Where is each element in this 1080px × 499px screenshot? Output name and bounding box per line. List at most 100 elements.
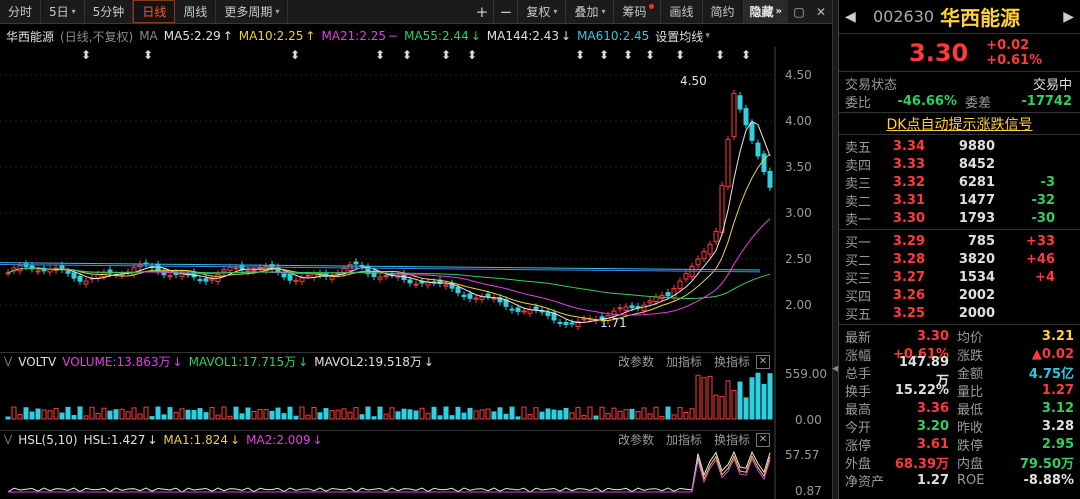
volume-bar (570, 413, 574, 419)
order-book-row[interactable]: 买四 3.26 2002 (839, 286, 1080, 304)
volume-bar (582, 415, 586, 419)
candle-body (6, 273, 10, 274)
arrow-down-icon: ↓ (471, 29, 481, 43)
price-tick: 4.00 (785, 114, 812, 128)
hsl-ma1-line (8, 456, 770, 492)
price-block: 3.30 +0.02 +0.61% (839, 34, 1080, 72)
hsl-tick: 0.87 (795, 484, 822, 498)
level-label: 卖一 (839, 209, 885, 228)
overlay-button[interactable]: 叠加 ▾ (566, 0, 614, 23)
level-label: 买二 (839, 250, 885, 269)
tab-5min[interactable]: 5分钟 (85, 0, 134, 23)
candle-body (738, 96, 742, 109)
close-icon[interactable]: ✕ (756, 433, 770, 447)
stat-label: 量比 (957, 381, 983, 400)
stat-row: 总手 147.89万 金额 4.75亿 (839, 363, 1080, 381)
next-stock-icon[interactable]: ▶ (1063, 9, 1074, 25)
price-tick: 2.50 (785, 252, 812, 266)
order-book-row[interactable]: 卖五 3.34 9880 (839, 137, 1080, 155)
volume-bar (54, 408, 58, 419)
tab-5day[interactable]: 5日 ▾ (41, 0, 85, 23)
volume-bar (126, 412, 130, 419)
candle-body (96, 275, 100, 278)
arrow-down-icon: ↓ (298, 355, 308, 369)
candle-body (288, 274, 292, 280)
tab-daily[interactable]: 日线 (133, 0, 175, 23)
tab-label: 5分钟 (93, 3, 125, 20)
ma-settings-link[interactable]: 设置均线 (655, 28, 703, 45)
volume-bar (180, 409, 184, 419)
stat-row: 最新 3.30 均价 3.21 (839, 327, 1080, 345)
dk-signal-link[interactable]: DK点自动提示涨跌信号 (839, 113, 1080, 135)
chips-button[interactable]: 筹码 (614, 0, 661, 23)
candle-body (654, 297, 658, 301)
change-indicator-button[interactable]: 换指标 (714, 353, 750, 370)
level-price: 3.25 (885, 306, 925, 321)
hide-button[interactable]: 隐藏» (744, 0, 788, 23)
edit-params-button[interactable]: 改参数 (618, 353, 654, 370)
order-book-row[interactable]: 卖一 3.30 1793 -30 (839, 209, 1080, 227)
restore-window-button[interactable]: ▢ (788, 0, 810, 23)
level-price: 3.30 (885, 211, 925, 226)
prev-stock-icon[interactable]: ◀ (845, 9, 859, 25)
draw-button[interactable]: 画线 (661, 0, 702, 23)
candle-body (558, 322, 562, 323)
tab-weekly[interactable]: 周线 (175, 0, 216, 23)
ma55-value: MA55:2.44 (404, 29, 469, 43)
zoom-out-button[interactable]: − (494, 0, 518, 23)
edit-params-button[interactable]: 改参数 (618, 431, 654, 448)
tab-more-periods[interactable]: 更多周期 ▾ (216, 0, 288, 23)
volume-bar (108, 411, 112, 419)
hsl-ma2-line (8, 459, 770, 492)
volume-bar (306, 415, 310, 419)
level-volume: 3820 (925, 252, 995, 267)
order-book-row[interactable]: 买三 3.27 1534 +4 (839, 268, 1080, 286)
event-marker-icon: ⬍ (81, 48, 91, 62)
volume-bar (528, 415, 532, 419)
stat-value: 1.27 (887, 473, 949, 488)
turnover-legend: ⋁ HSL(5,10) HSL:1.427 ↓ MA1:1.824 ↓ MA2:2.… (0, 430, 770, 448)
stat-label: 内盘 (957, 453, 983, 472)
level-label: 卖四 (839, 155, 885, 174)
order-book-row[interactable]: 买二 3.28 3820 +46 (839, 250, 1080, 268)
candle-body (630, 306, 634, 308)
candle-body (522, 311, 526, 312)
adjust-button[interactable]: 复权 ▾ (518, 0, 566, 23)
volume-bar (336, 410, 340, 419)
order-book-row[interactable]: 卖四 3.33 8452 (839, 155, 1080, 173)
simple-button[interactable]: 简约 (703, 0, 744, 23)
chevron-down-icon: ▾ (705, 31, 710, 41)
tab-intraday[interactable]: 分时 (0, 0, 41, 23)
volume-bar (618, 411, 622, 419)
ma-line (8, 121, 770, 322)
close-icon[interactable]: ✕ (756, 355, 770, 369)
level-label: 买五 (839, 304, 885, 323)
order-book-row[interactable]: 卖三 3.32 6281 -3 (839, 173, 1080, 191)
volume-bar (102, 408, 106, 419)
order-book-row[interactable]: 买五 3.25 2000 (839, 304, 1080, 322)
volume-bar (48, 411, 52, 419)
volume-bar (96, 413, 100, 419)
add-indicator-button[interactable]: 加指标 (666, 431, 702, 448)
close-window-button[interactable]: ✕ (810, 0, 832, 23)
order-book-row[interactable]: 买一 3.29 785 +33 (839, 232, 1080, 250)
level-label: 买四 (839, 286, 885, 305)
hsl-line (8, 452, 770, 492)
toolbar-spacer (288, 0, 470, 23)
volume-bar (78, 407, 82, 419)
candle-body (210, 279, 214, 280)
volume-bar (24, 408, 28, 419)
volume-bar (600, 407, 604, 419)
add-indicator-button[interactable]: 加指标 (666, 353, 702, 370)
level-change: -32 (995, 193, 1055, 208)
change-indicator-button[interactable]: 换指标 (714, 431, 750, 448)
order-book-row[interactable]: 卖二 3.31 1477 -32 (839, 191, 1080, 209)
zoom-in-button[interactable]: + (470, 0, 494, 23)
kline-legend: 华西能源 (日线,不复权) MA MA5:2.29 ↑ MA10:2.25 ↑ MA… (0, 25, 780, 47)
volume-bar (396, 412, 400, 419)
volume-bar (546, 409, 550, 419)
stat-label: 涨跌 (957, 345, 983, 364)
stat-row: 最高 3.36 最低 3.12 (839, 399, 1080, 417)
tab-label: 日线 (142, 3, 166, 20)
chart-area[interactable]: ⬍ ⬍ ⬍ ⬍ ⬍ ⬍ ⬍ ⬍ ⬍ ⬍ ⬍ ⬍ ⬍ ⬍ 4.50 4.00 3.50 3.00 2.50 … (0, 47, 832, 499)
